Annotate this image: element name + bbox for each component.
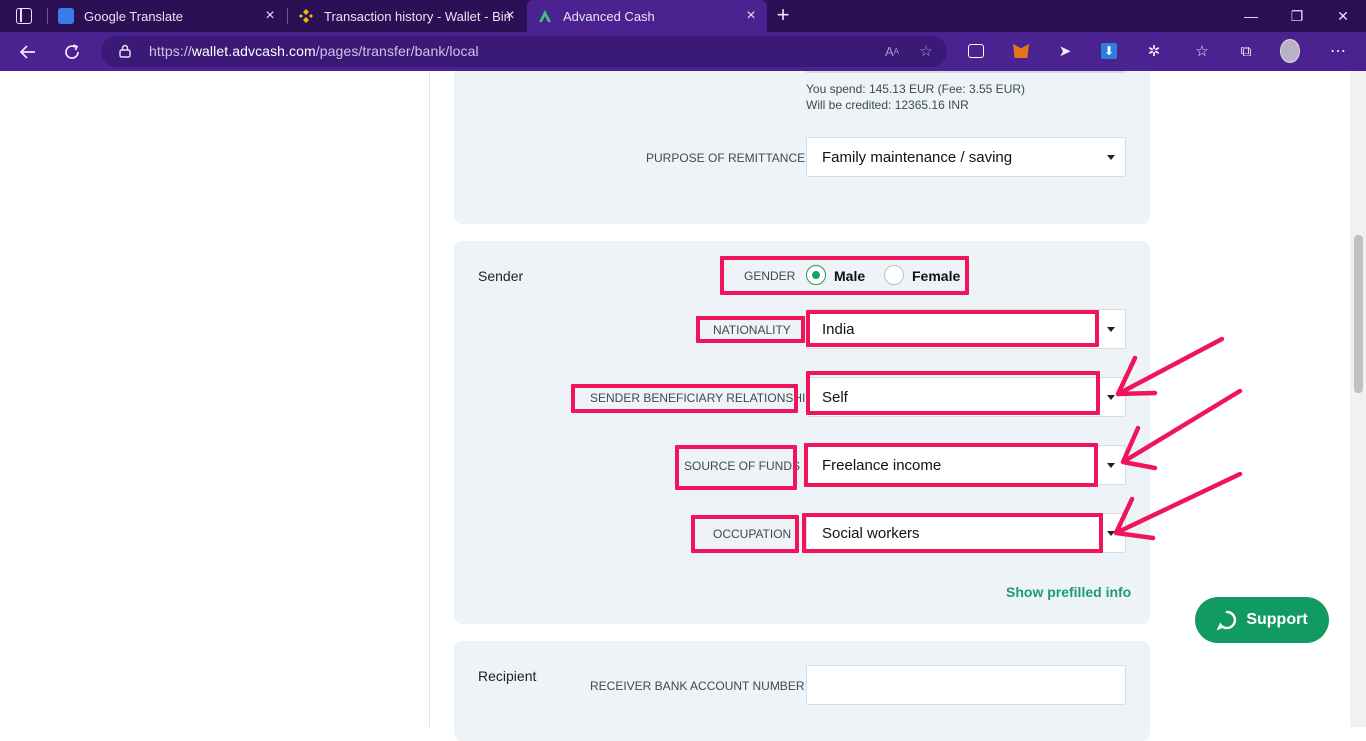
- tab-actions-icon[interactable]: [16, 8, 32, 24]
- support-button[interactable]: Support: [1195, 597, 1329, 643]
- vertical-scrollbar[interactable]: [1350, 71, 1366, 727]
- binance-icon: [298, 8, 314, 24]
- favorites-icon[interactable]: ☆: [1192, 41, 1212, 61]
- extension-icon[interactable]: [966, 41, 986, 61]
- minimize-button[interactable]: —: [1228, 0, 1274, 32]
- url-prefix: https://: [149, 43, 192, 59]
- scrollbar-thumb[interactable]: [1354, 235, 1363, 393]
- restore-button[interactable]: ❐: [1274, 0, 1320, 32]
- purpose-label: PURPOSE OF REMITTANCE: [646, 151, 806, 165]
- url-host: wallet.advcash.com: [191, 43, 316, 59]
- sender-title: Sender: [478, 268, 524, 284]
- metamask-icon[interactable]: [1011, 41, 1031, 61]
- more-menu-icon[interactable]: ⋯: [1328, 41, 1348, 61]
- tab-title: Google Translate: [84, 8, 184, 24]
- account-label: RECEIVER BANK ACCOUNT NUMBER: [590, 679, 805, 693]
- close-tab-icon[interactable]: ×: [262, 8, 278, 24]
- read-aloud-icon[interactable]: AA: [882, 41, 902, 61]
- chevron-down-icon: [1107, 395, 1115, 400]
- refresh-button[interactable]: [58, 38, 86, 66]
- highlight-occupation-label: [691, 515, 799, 553]
- lock-icon: [119, 44, 131, 58]
- refresh-icon: [65, 44, 79, 59]
- chat-bubble-icon: [1216, 610, 1237, 631]
- amount-input-bottom-edge: [806, 71, 1126, 73]
- close-tab-icon[interactable]: ×: [502, 8, 518, 24]
- add-favorite-icon[interactable]: ☆: [916, 41, 936, 61]
- profile-avatar[interactable]: [1280, 39, 1300, 63]
- tab-title: Advanced Cash: [563, 8, 655, 24]
- chevron-down-icon: [1107, 531, 1115, 536]
- tab-google-translate[interactable]: Google Translate ×: [48, 0, 286, 32]
- show-prefilled-info-link[interactable]: Show prefilled info: [1006, 584, 1131, 600]
- account-number-input[interactable]: [806, 665, 1126, 705]
- back-arrow-icon: [19, 45, 35, 59]
- advcash-icon: [537, 8, 553, 24]
- sender-card: [454, 241, 1150, 624]
- tab-title: Transaction history - Wallet - Bin: [324, 8, 511, 24]
- tab-bar: Google Translate × Transaction history -…: [0, 0, 1366, 32]
- highlight-gender: [720, 256, 969, 295]
- highlight-relationship-label: [571, 384, 798, 413]
- extensions-puzzle-icon[interactable]: ✲: [1144, 41, 1164, 61]
- download-extension-icon[interactable]: ⬇: [1099, 41, 1119, 61]
- url-text[interactable]: https://wallet.advcash.com/pages/transfe…: [149, 43, 479, 59]
- support-label: Support: [1246, 611, 1308, 628]
- highlight-nationality-label: [696, 316, 805, 343]
- spend-note: You spend: 145.13 EUR (Fee: 3.55 EUR): [806, 82, 1026, 96]
- chevron-down-icon: [1107, 327, 1115, 332]
- url-path: /pages/transfer/bank/local: [315, 43, 479, 59]
- google-translate-icon: [58, 8, 74, 24]
- credit-note: Will be credited: 12365.16 INR: [806, 98, 969, 112]
- purpose-value: Family maintenance / saving: [822, 149, 1013, 166]
- back-button[interactable]: [14, 38, 42, 66]
- close-window-button[interactable]: ✕: [1320, 0, 1366, 32]
- chevron-down-icon: [1107, 463, 1115, 468]
- cursor-extension-icon[interactable]: ➤: [1055, 41, 1075, 61]
- new-tab-button[interactable]: +: [772, 4, 794, 28]
- tab-advanced-cash[interactable]: Advanced Cash ×: [527, 0, 767, 32]
- chevron-down-icon: [1107, 155, 1115, 160]
- highlight-funds-value: [804, 443, 1098, 487]
- close-tab-icon[interactable]: ×: [743, 8, 759, 24]
- highlight-nationality-value: [806, 310, 1099, 347]
- highlight-relationship-value: [806, 371, 1100, 415]
- tab-transaction-history[interactable]: Transaction history - Wallet - Bin ×: [288, 0, 526, 32]
- recipient-title: Recipient: [478, 668, 537, 684]
- collections-icon[interactable]: ⧉: [1236, 41, 1256, 61]
- highlight-funds-label: [675, 445, 797, 490]
- purpose-select[interactable]: Family maintenance / saving: [806, 137, 1126, 177]
- highlight-occupation-value: [802, 513, 1103, 553]
- sidebar-divider: [429, 71, 430, 727]
